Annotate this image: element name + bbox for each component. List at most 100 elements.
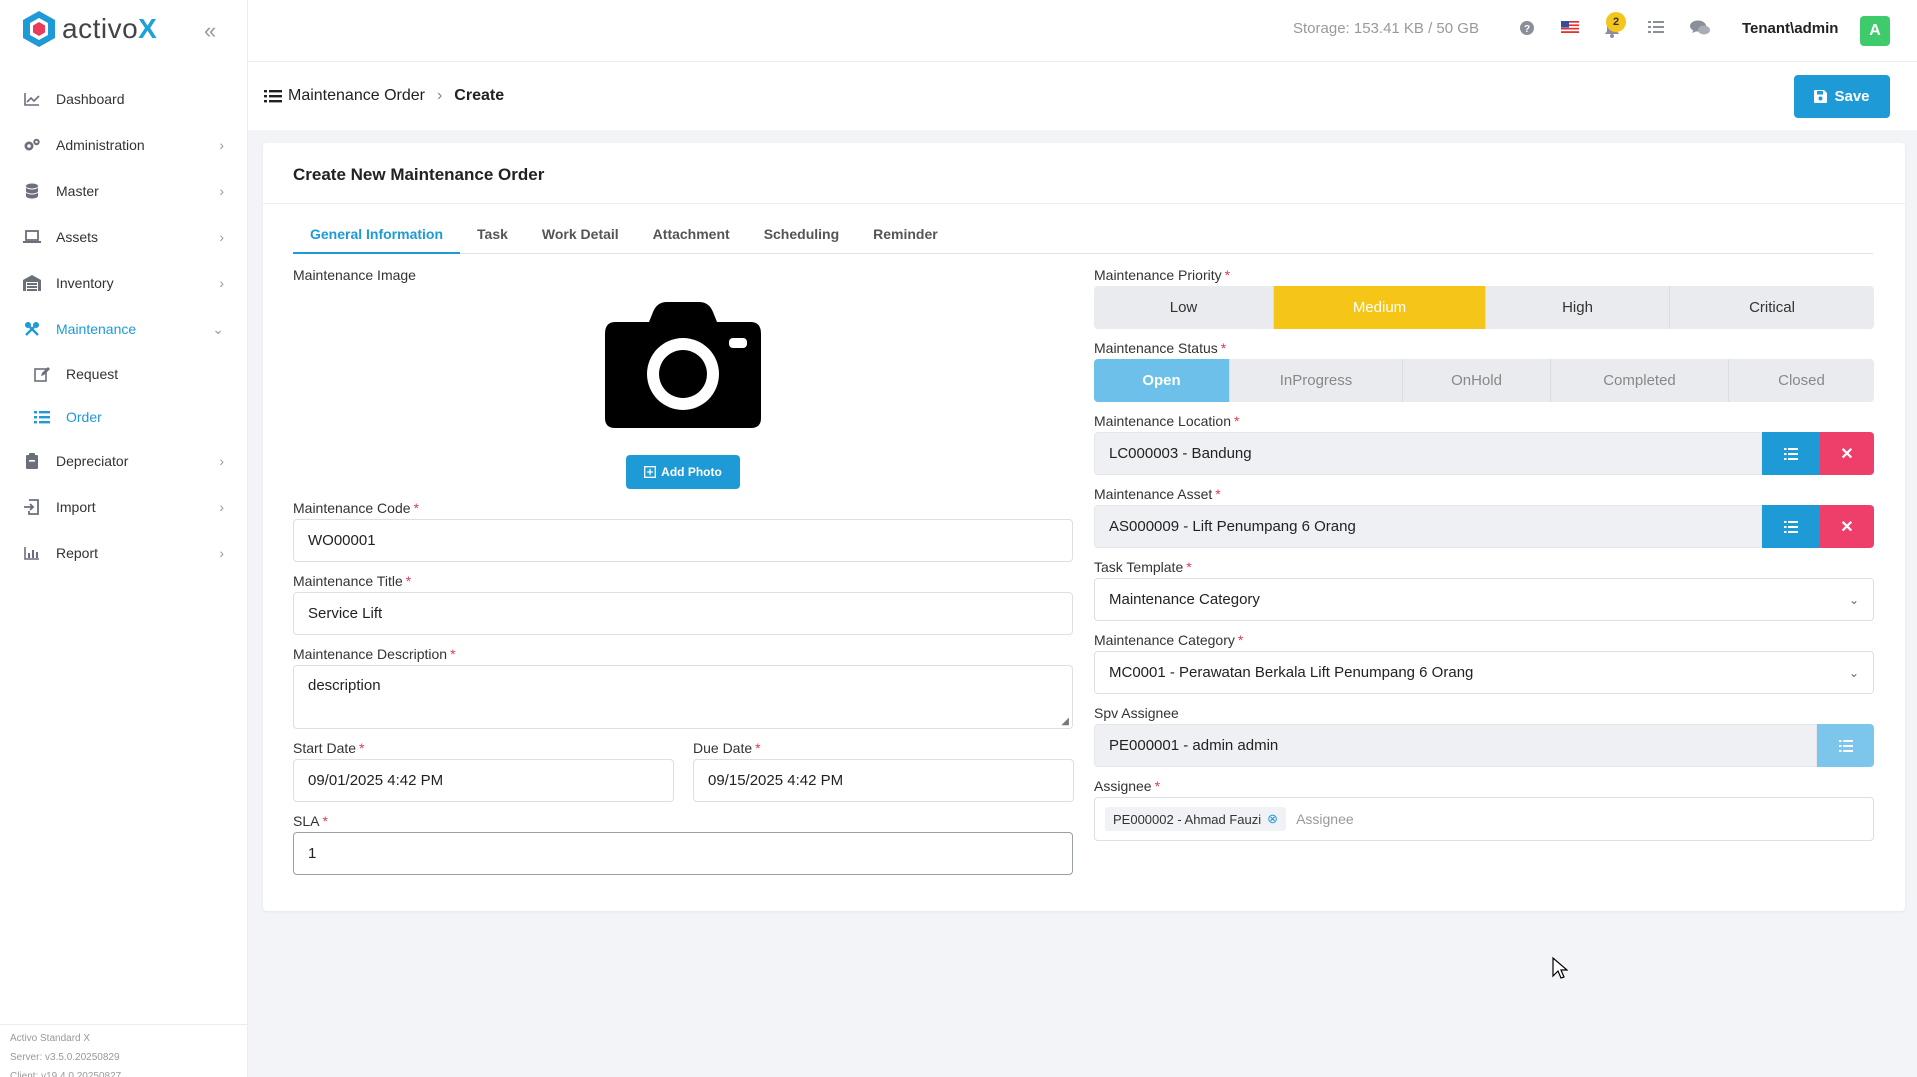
priority-low[interactable]: Low xyxy=(1094,286,1274,329)
status-inprogress[interactable]: InProgress xyxy=(1230,359,1403,402)
tab-reminder[interactable]: Reminder xyxy=(856,221,955,254)
laptop-icon xyxy=(22,227,42,247)
status-completed[interactable]: Completed xyxy=(1551,359,1729,402)
chat-icon[interactable] xyxy=(1690,20,1710,41)
current-user[interactable]: Tenant\admin xyxy=(1742,20,1838,37)
breadcrumb-current: Create xyxy=(454,87,505,104)
sidebar-nav: Dashboard Administration › Master › Asse… xyxy=(0,76,248,576)
tools-icon xyxy=(22,319,42,339)
maintenance-category-select[interactable]: MC0001 - Perawatan Berkala Lift Penumpan… xyxy=(1094,651,1874,694)
collapse-sidebar-icon[interactable]: « xyxy=(204,18,216,44)
priority-high[interactable]: High xyxy=(1486,286,1670,329)
maintenance-title-input[interactable]: Service Lift xyxy=(293,592,1073,635)
us-flag-icon[interactable] xyxy=(1561,20,1579,38)
assignee-input[interactable]: PE000002 - Ahmad Fauzi ⊗ Assignee xyxy=(1094,797,1874,841)
maintenance-description-label: Maintenance Description * xyxy=(293,646,456,662)
due-date-input[interactable]: 09/15/2025 4:42 PM xyxy=(693,759,1074,802)
avatar[interactable]: A xyxy=(1860,16,1890,46)
remove-chip-icon[interactable]: ⊗ xyxy=(1267,811,1278,827)
tab-bar: General Information Task Work Detail Att… xyxy=(293,221,1873,254)
start-date-input[interactable]: 09/01/2025 4:42 PM xyxy=(293,759,674,802)
sidebar-footer: Activo Standard X Server: v3.5.0.2025082… xyxy=(0,1024,248,1077)
asset-picker-button[interactable] xyxy=(1762,505,1820,548)
import-icon xyxy=(22,497,42,517)
page-header: Maintenance Order › Create Save xyxy=(248,62,1917,130)
status-open[interactable]: Open xyxy=(1094,359,1230,402)
sidebar-item-depreciator[interactable]: Depreciator › xyxy=(0,438,248,484)
maintenance-title-label: Maintenance Title * xyxy=(293,573,412,589)
logo-text: activoX xyxy=(62,13,158,44)
status-closed[interactable]: Closed xyxy=(1729,359,1874,402)
spv-assignee-input[interactable]: PE000001 - admin admin xyxy=(1094,724,1817,767)
maintenance-location-input[interactable]: LC000003 - Bandung xyxy=(1094,432,1762,475)
camera-icon[interactable] xyxy=(603,300,763,435)
save-label: Save xyxy=(1834,88,1870,105)
sidebar-subitem-label: Request xyxy=(66,365,119,382)
chevron-right-icon: › xyxy=(219,137,224,153)
sidebar-item-label: Import xyxy=(56,499,96,515)
breadcrumb: Maintenance Order › Create xyxy=(264,87,504,105)
resize-handle-icon[interactable]: ◢ xyxy=(1061,716,1069,727)
bar-chart-icon xyxy=(22,543,42,563)
help-icon[interactable]: ? xyxy=(1519,20,1535,41)
chart-icon xyxy=(22,89,42,109)
logo[interactable]: activoX xyxy=(22,10,157,48)
edit-icon xyxy=(32,366,52,382)
sidebar-item-dashboard[interactable]: Dashboard xyxy=(0,76,248,122)
svg-text:?: ? xyxy=(1524,24,1530,35)
maintenance-code-input[interactable]: WO00001 xyxy=(293,519,1073,562)
task-template-select[interactable]: Maintenance Category ⌄ xyxy=(1094,578,1874,621)
sidebar-item-maintenance[interactable]: Maintenance ⌄ xyxy=(0,306,248,352)
save-button[interactable]: Save xyxy=(1794,75,1890,118)
form-card: Create New Maintenance Order General Inf… xyxy=(263,143,1905,911)
sidebar-item-import[interactable]: Import › xyxy=(0,484,248,530)
spv-assignee-label: Spv Assignee xyxy=(1094,705,1179,721)
sidebar-item-master[interactable]: Master › xyxy=(0,168,248,214)
maintenance-description-textarea[interactable]: description ◢ xyxy=(293,665,1073,729)
task-list-icon[interactable] xyxy=(1648,20,1664,39)
tab-work-detail[interactable]: Work Detail xyxy=(525,221,636,254)
sidebar-item-report[interactable]: Report › xyxy=(0,530,248,576)
status-onhold[interactable]: OnHold xyxy=(1403,359,1551,402)
location-picker-button[interactable] xyxy=(1762,432,1820,475)
start-date-label: Start Date * xyxy=(293,740,365,756)
asset-clear-button[interactable]: ✕ xyxy=(1820,505,1874,548)
tab-general-information[interactable]: General Information xyxy=(293,221,461,254)
sidebar-item-label: Inventory xyxy=(56,275,114,291)
tab-scheduling[interactable]: Scheduling xyxy=(747,221,856,254)
mouse-cursor-icon xyxy=(1552,956,1569,986)
tab-task[interactable]: Task xyxy=(460,221,525,254)
sidebar-item-label: Dashboard xyxy=(56,91,125,107)
product-name: Activo Standard X xyxy=(10,1033,91,1044)
list-icon xyxy=(264,89,282,103)
add-image-icon xyxy=(644,466,657,478)
tab-attachment[interactable]: Attachment xyxy=(636,221,747,254)
task-template-value: Maintenance Category xyxy=(1109,591,1260,608)
priority-critical[interactable]: Critical xyxy=(1670,286,1874,329)
maintenance-asset-input[interactable]: AS000009 - Lift Penumpang 6 Orang xyxy=(1094,505,1762,548)
maintenance-priority-label: Maintenance Priority * xyxy=(1094,267,1231,283)
add-photo-button[interactable]: Add Photo xyxy=(626,455,740,489)
sidebar-item-assets[interactable]: Assets › xyxy=(0,214,248,260)
assignee-placeholder: Assignee xyxy=(1296,811,1354,827)
sidebar-item-label: Report xyxy=(56,545,99,561)
assignee-chip: PE000002 - Ahmad Fauzi ⊗ xyxy=(1105,807,1287,831)
sidebar-subitem-order[interactable]: Order xyxy=(0,395,248,438)
sla-label: SLA * xyxy=(293,813,328,829)
breadcrumb-parent[interactable]: Maintenance Order xyxy=(288,87,425,105)
priority-medium[interactable]: Medium xyxy=(1274,286,1486,329)
clipboard-icon xyxy=(22,451,42,471)
sidebar-subitem-request[interactable]: Request xyxy=(0,352,248,395)
sidebar-item-administration[interactable]: Administration › xyxy=(0,122,248,168)
sidebar-item-label: Maintenance xyxy=(56,321,137,337)
priority-selector: Low Medium High Critical xyxy=(1094,286,1874,329)
sidebar-item-inventory[interactable]: Inventory › xyxy=(0,260,248,306)
sla-input[interactable]: 1 xyxy=(293,832,1073,875)
chevron-right-icon: › xyxy=(219,453,224,469)
list-icon xyxy=(32,410,52,424)
divider xyxy=(263,203,1905,204)
location-clear-button[interactable]: ✕ xyxy=(1820,432,1874,475)
spv-picker-button[interactable] xyxy=(1817,724,1874,767)
database-icon xyxy=(22,181,42,201)
sidebar: activoX « Dashboard Administration › Mas… xyxy=(0,0,248,1077)
